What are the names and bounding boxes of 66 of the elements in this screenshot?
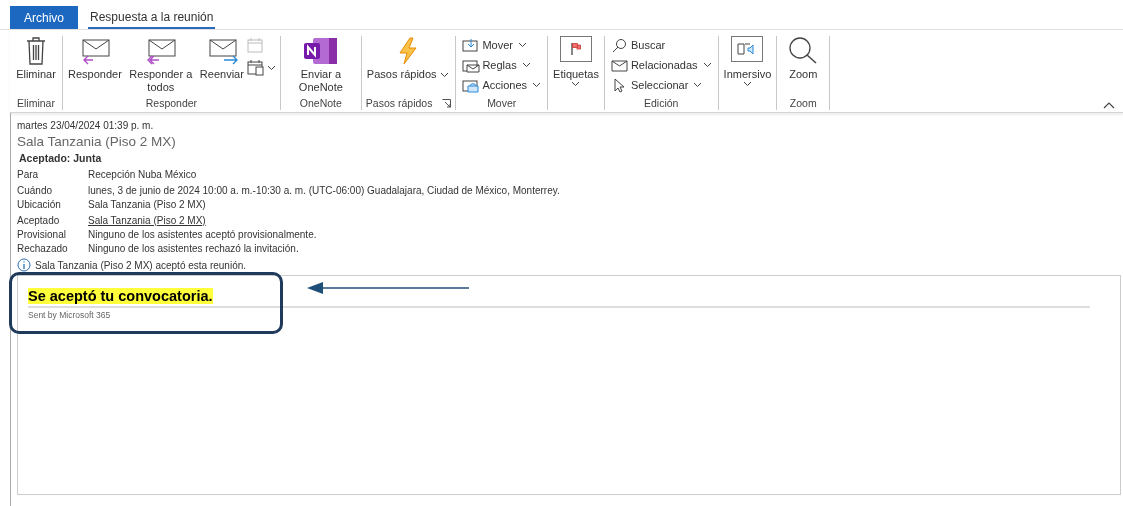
ribbon-tab[interactable]: Respuesta a la reunión <box>88 6 216 29</box>
group-label: Zoom <box>789 97 817 109</box>
info-message: Sala Tanzania (Piso 2 MX) aceptó esta reunión. <box>35 259 247 271</box>
ribbon-button[interactable]: Relacionadas <box>608 56 714 74</box>
group-label: Pasos rápidos <box>365 97 433 109</box>
ribbon-button[interactable]: Acciones <box>460 76 544 94</box>
collapse-icon[interactable] <box>1103 101 1115 109</box>
field-value: Sala Tanzania (Piso 2 MX) <box>88 198 206 212</box>
field-label: Para <box>17 168 40 182</box>
flag-icon <box>570 42 582 56</box>
field-value: Ninguno de los asistentes aceptó provisionalmente. <box>88 228 317 242</box>
group-label: Edición <box>644 97 679 109</box>
button-label: Pasos rápidos <box>366 68 437 80</box>
body-footer: Sent by Microsoft 365 <box>28 310 1090 320</box>
button-label: Inmersivo <box>723 68 772 80</box>
actions-icon <box>462 77 481 93</box>
field-value: lunes, 3 de junio de 2024 10:00 a. m.-10:30 a. m. (UTC-06:00) Guadalajara, Ciudad de México, Monterrey. <box>88 184 560 198</box>
rules-icon <box>462 57 481 73</box>
info-icon <box>17 258 31 272</box>
ribbon-button[interactable]: Etiquetas <box>552 36 600 87</box>
ribbon-button[interactable]: Responder a todos <box>124 36 197 94</box>
ribbon-button[interactable]: Buscar <box>608 36 714 54</box>
button-label: Responder a todos <box>129 68 193 93</box>
group-label: Mover <box>487 97 517 109</box>
group-label: OneNote <box>299 97 342 109</box>
calendar-icon <box>246 38 265 54</box>
button-label: Reenviar <box>199 68 244 80</box>
ribbon-button[interactable]: Pasos rápidos <box>365 36 450 81</box>
ribbon-button[interactable]: Seleccionar <box>608 76 714 94</box>
envelope-icon <box>610 57 629 73</box>
button-label: Enviar a OneNote <box>298 68 343 93</box>
field-label: Provisional <box>17 228 67 242</box>
ribbon-tab[interactable]: Archivo <box>10 6 78 29</box>
move-icon <box>462 37 481 53</box>
ribbon-button[interactable]: Reenviar <box>198 36 245 81</box>
calendar-icon <box>246 60 265 76</box>
field-label: Cuándo <box>17 184 54 198</box>
lightning-icon <box>396 36 419 66</box>
trash-icon <box>25 36 47 66</box>
body-heading: Se aceptó tu convocatoria. <box>28 288 213 304</box>
notebook-icon <box>302 36 339 66</box>
field-value: Ninguno de los asistentes rechazó la invitación. <box>88 242 299 256</box>
launcher-icon[interactable] <box>442 98 452 108</box>
field-label: Rechazado <box>17 242 69 256</box>
field-label: Aceptado <box>17 214 61 228</box>
response-status: Aceptado: Junta <box>19 151 103 166</box>
message-subject: Sala Tanzania (Piso 2 MX) <box>17 133 177 151</box>
attendee-link[interactable]: Sala Tanzania (Piso 2 MX) <box>88 214 206 228</box>
ribbon-button[interactable]: Inmersivo <box>722 36 773 87</box>
ribbon-button[interactable]: Mover <box>460 36 544 54</box>
ribbon-button[interactable]: Eliminar <box>14 36 58 81</box>
ribbon-button[interactable]: Responder <box>67 36 123 81</box>
button-label: Responder <box>68 68 122 80</box>
message-date: martes 23/04/2024 01:39 p. m. <box>17 119 155 132</box>
ribbon-button[interactable]: Reglas <box>460 56 544 74</box>
field-value: Recepción Nuba México <box>88 168 197 182</box>
ribbon-button[interactable]: Zoom <box>781 36 826 81</box>
group-label: Eliminar <box>17 97 55 109</box>
field-label: Ubicación <box>17 198 62 212</box>
button-label: Zoom <box>789 68 818 80</box>
ribbon-button[interactable]: Enviar a OneNote <box>284 36 357 94</box>
group-label: Responder <box>145 97 198 109</box>
search-icon <box>610 37 629 53</box>
button-label: Eliminar <box>16 68 56 80</box>
button-label: Etiquetas <box>553 68 599 80</box>
calendar-button[interactable] <box>246 60 276 76</box>
